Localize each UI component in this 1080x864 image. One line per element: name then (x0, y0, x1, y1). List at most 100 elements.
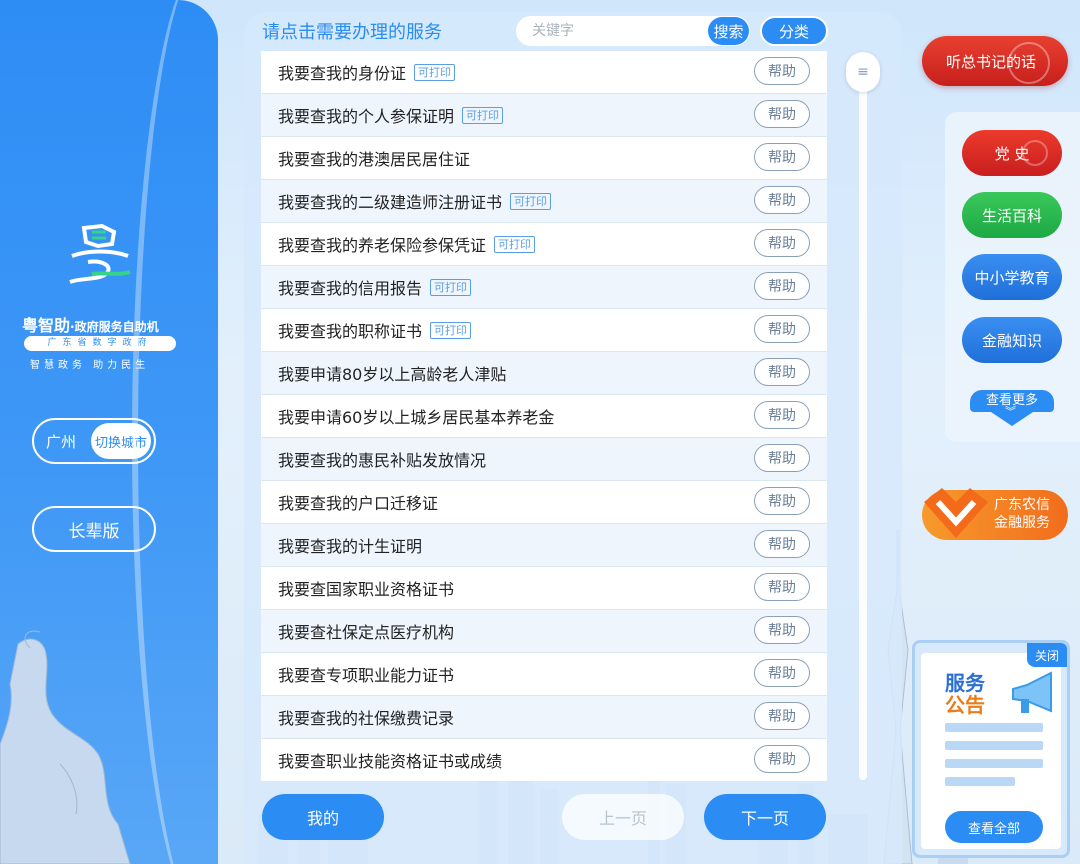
brand-name: 粤智助 (22, 316, 71, 335)
rural-credit-finance-button[interactable]: 广东农信 金融服务 (922, 488, 1068, 540)
help-button[interactable]: 帮助 (754, 186, 810, 214)
brand-slogan: 智慧政务 助力民生 (30, 360, 150, 371)
service-row[interactable]: 我要查我的信用报告 可打印 帮助 (261, 266, 827, 309)
help-button[interactable]: 帮助 (754, 745, 810, 773)
service-label: 我要查我的计生证明 (278, 537, 423, 556)
help-button[interactable]: 帮助 (754, 100, 810, 128)
prev-page-button[interactable]: 上一页 (562, 794, 684, 840)
help-button[interactable]: 帮助 (754, 401, 810, 429)
elder-mode-button[interactable]: 长辈版 (32, 506, 156, 552)
brand-title: 粤智助·政府服务自助机 (22, 312, 159, 336)
service-label: 我要查我的惠民补贴发放情况 (278, 451, 487, 470)
chevron-down-icon: ︾ (1005, 405, 1016, 418)
printable-badge: 可打印 (430, 321, 472, 339)
service-row[interactable]: 我要查专项职业能力证书 帮助 (261, 653, 827, 696)
drag-handle-icon: ≡ (857, 64, 869, 80)
scrollbar-thumb[interactable]: ≡ (846, 52, 880, 92)
service-label: 我要查国家职业资格证书 (278, 580, 455, 599)
service-row[interactable]: 我要查职业技能资格证书或成绩 帮助 (261, 739, 827, 781)
service-row[interactable]: 我要查我的个人参保证明 可打印 帮助 (261, 94, 827, 137)
service-row[interactable]: 我要查我的惠民补贴发放情况 帮助 (261, 438, 827, 481)
city-switcher[interactable]: 广州 切换城市 (32, 418, 156, 464)
service-row[interactable]: 我要查我的社保缴费记录 帮助 (261, 696, 827, 739)
notice-placeholder-line (945, 759, 1043, 768)
service-label: 我要查我的个人参保证明 (278, 107, 455, 126)
notice-close-button[interactable]: 关闭 (1027, 643, 1067, 667)
service-row[interactable]: 我要查我的户口迁移证 帮助 (261, 481, 827, 524)
service-label: 我要查我的二级建造师注册证书 (278, 193, 503, 212)
service-row[interactable]: 我要查社保定点医疗机构 帮助 (261, 610, 827, 653)
bank-label-line2: 金融服务 (994, 515, 1050, 531)
service-label: 我要查专项职业能力证书 (278, 666, 455, 685)
category-label: 生活百科 (981, 206, 1042, 225)
bank-label-line1: 广东农信 (994, 497, 1050, 513)
service-label: 我要查我的养老保险参保凭证 (278, 236, 487, 255)
service-row[interactable]: 我要查我的职称证书 可打印 帮助 (261, 309, 827, 352)
printable-badge: 可打印 (510, 192, 552, 210)
service-row[interactable]: 我要查国家职业资格证书 帮助 (261, 567, 827, 610)
brand-org: 广东省数字政府 (24, 336, 176, 351)
my-button[interactable]: 我的 (262, 794, 384, 840)
help-button[interactable]: 帮助 (754, 487, 810, 515)
view-all-notices-button[interactable]: 查看全部 (945, 811, 1043, 843)
service-label: 我要查我的身份证 (278, 64, 407, 83)
service-label: 我要查职业技能资格证书或成绩 (278, 752, 503, 771)
help-button[interactable]: 帮助 (754, 573, 810, 601)
megaphone-icon (1012, 671, 1052, 713)
service-row[interactable]: 我要查我的港澳居民居住证 帮助 (261, 137, 827, 180)
search-bar: 搜索 (516, 16, 750, 46)
category-label: 金融知识 (981, 331, 1042, 350)
service-row[interactable]: 我要查我的计生证明 帮助 (261, 524, 827, 567)
speech-label: 听总书记的话 (945, 52, 1036, 71)
help-button[interactable]: 帮助 (754, 315, 810, 343)
printable-badge: 可打印 (494, 235, 536, 253)
help-button[interactable]: 帮助 (754, 272, 810, 300)
notice-title-line2: 公告 (945, 693, 985, 717)
speech-button[interactable]: 听总书记的话 (922, 36, 1068, 86)
help-button[interactable]: 帮助 (754, 358, 810, 386)
search-button[interactable]: 搜索 (708, 17, 749, 45)
notice-placeholder-line (945, 723, 1043, 732)
yue-logo-icon (69, 223, 131, 284)
service-label: 我要申请80岁以上高龄老人津贴 (278, 365, 507, 384)
help-button[interactable]: 帮助 (754, 659, 810, 687)
help-button[interactable]: 帮助 (754, 616, 810, 644)
switch-city-button[interactable]: 切换城市 (91, 423, 151, 459)
service-label: 我要查我的信用报告 (278, 279, 423, 298)
help-button[interactable]: 帮助 (754, 229, 810, 257)
party-emblem-icon (1022, 140, 1048, 166)
rural-credit-logo-icon (924, 488, 988, 538)
service-label: 我要查我的职称证书 (278, 322, 423, 341)
scrollbar-track[interactable] (859, 60, 867, 780)
category-k12-education[interactable]: 中小学教育 (962, 254, 1062, 300)
notice-placeholder-line (945, 741, 1043, 750)
service-notice-card: 关闭 服务 公告 查看全部 (912, 640, 1070, 858)
service-row[interactable]: 我要查我的身份证 可打印 帮助 (261, 51, 827, 94)
service-label: 我要申请60岁以上城乡居民基本养老金 (278, 408, 555, 427)
service-label: 我要查我的户口迁移证 (278, 494, 439, 513)
category-finance-knowledge[interactable]: 金融知识 (962, 317, 1062, 363)
help-button[interactable]: 帮助 (754, 143, 810, 171)
category-label: 中小学教育 (974, 268, 1050, 287)
service-list: 我要查我的身份证 可打印 帮助 我要查我的个人参保证明 可打印 帮助 我要查我的港澳居民居住… (261, 51, 827, 781)
page-title: 请点击需要办理的服务 (262, 22, 442, 43)
category-life-encyclopedia[interactable]: 生活百科 (962, 192, 1062, 238)
next-page-button[interactable]: 下一页 (704, 794, 826, 840)
help-button[interactable]: 帮助 (754, 702, 810, 730)
service-row[interactable]: 我要查我的二级建造师注册证书 可打印 帮助 (261, 180, 827, 223)
service-row[interactable]: 我要申请60岁以上城乡居民基本养老金 帮助 (261, 395, 827, 438)
help-button[interactable]: 帮助 (754, 444, 810, 472)
category-party-history[interactable]: 党 史 (962, 130, 1062, 176)
service-row[interactable]: 我要查我的养老保险参保凭证 可打印 帮助 (261, 223, 827, 266)
brand-subtitle: ·政府服务自助机 (70, 320, 159, 334)
help-button[interactable]: 帮助 (754, 530, 810, 558)
notice-placeholder-line (945, 777, 1015, 786)
left-sidebar: 粤智助·政府服务自助机 广东省数字政府 智慧政务 助力民生 广州 切换城市 长辈… (0, 0, 218, 864)
search-input[interactable] (516, 22, 708, 40)
view-more-button[interactable]: 查看更多 ︾ (970, 390, 1054, 426)
printable-badge: 可打印 (414, 63, 456, 81)
category-button[interactable]: 分类 (760, 16, 828, 46)
printable-badge: 可打印 (462, 106, 504, 124)
service-row[interactable]: 我要申请80岁以上高龄老人津贴 帮助 (261, 352, 827, 395)
help-button[interactable]: 帮助 (754, 57, 810, 85)
